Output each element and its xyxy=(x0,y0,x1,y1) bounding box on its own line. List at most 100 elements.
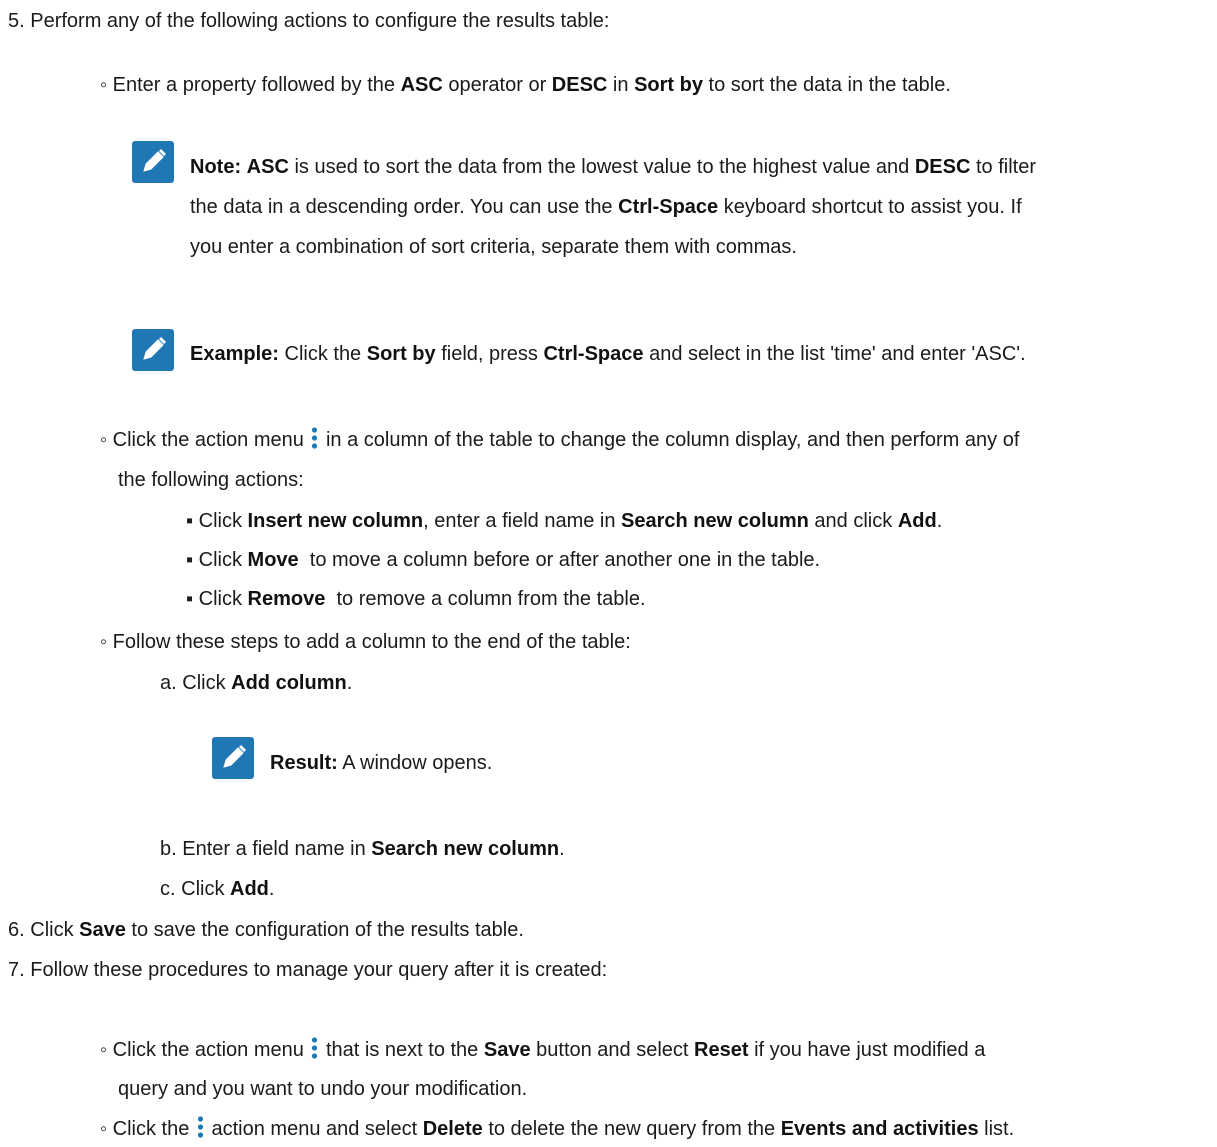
pencil-note-icon xyxy=(132,329,174,371)
text: . xyxy=(559,838,565,860)
bullet: ◦ xyxy=(100,1118,108,1140)
ui-events-and-activities: Events and activities xyxy=(780,1118,979,1140)
text: . xyxy=(268,878,275,900)
text: Click xyxy=(30,919,80,941)
text: and select in the list 'time' and enter … xyxy=(643,343,1026,365)
shortcut-ctrl-space: Ctrl-Space xyxy=(543,343,644,365)
reset-bullet-item: ◦ Click the action menu that is next to … xyxy=(100,1037,985,1063)
keyword-asc: ASC xyxy=(400,74,443,96)
text: Click the xyxy=(112,1118,190,1140)
text: in xyxy=(607,74,635,96)
text: if you have just modified a xyxy=(748,1039,986,1061)
substep-c: c. Click Add. xyxy=(160,876,274,902)
text: that is next to the xyxy=(325,1039,484,1061)
text: to delete the new query from the xyxy=(482,1118,781,1140)
result-label: Result: xyxy=(270,752,338,774)
text: action menu and select xyxy=(211,1118,423,1140)
ui-move: Move xyxy=(247,549,299,571)
vertical-kebab-icon xyxy=(312,427,318,449)
text: to remove a column from the table. xyxy=(325,588,646,610)
square-bullet: ▪ xyxy=(186,510,194,532)
list-item-insert-column: ▪ Click Insert new column, enter a field… xyxy=(186,508,942,534)
text: list. xyxy=(978,1118,1015,1140)
text: Click xyxy=(182,672,232,694)
text: . xyxy=(346,672,353,694)
step-text: Perform any of the following actions to … xyxy=(30,10,610,32)
ui-search-new-column: Search new column xyxy=(621,510,809,532)
pencil-note-icon xyxy=(212,737,254,779)
list-item-remove: ▪ Click Remove to remove a column from t… xyxy=(186,586,646,612)
action-menu-line-2: the following actions: xyxy=(118,469,304,491)
ui-add: Add xyxy=(230,878,269,900)
step-number: 6. xyxy=(8,919,25,941)
bullet: ◦ xyxy=(100,429,108,451)
text: and click xyxy=(808,510,898,532)
substep-a: a. Click Add column. xyxy=(160,670,352,696)
text: Enter a property followed by the xyxy=(112,74,401,96)
keyword-desc: DESC xyxy=(551,74,608,96)
ui-save: Save xyxy=(79,919,126,941)
text: Click xyxy=(181,878,231,900)
text: Click the action menu xyxy=(112,1039,304,1061)
text: Enter a field name in xyxy=(182,838,372,860)
substep-marker: b. xyxy=(160,838,177,860)
action-menu-bullet-item: ◦ Click the action menu in a column of t… xyxy=(100,427,1019,453)
ui-reset: Reset xyxy=(694,1039,749,1061)
step-number: 7. xyxy=(8,959,25,981)
step-6-line: 6. Click Save to save the configuration … xyxy=(8,917,524,943)
step-text: Follow these procedures to manage your q… xyxy=(30,959,608,981)
example-label: Example: xyxy=(190,343,279,365)
step-number: 5. xyxy=(8,10,25,32)
text: operator or xyxy=(442,74,552,96)
shortcut-ctrl-space: Ctrl-Space xyxy=(618,196,719,218)
text: Click xyxy=(198,549,248,571)
delete-bullet-item: ◦ Click the action menu and select Delet… xyxy=(100,1116,1014,1142)
vertical-kebab-icon xyxy=(312,1037,318,1059)
field-sort-by: Sort by xyxy=(366,343,436,365)
step-5-line: 5. Perform any of the following actions … xyxy=(8,8,609,34)
text: to filter xyxy=(970,156,1036,178)
sort-bullet-item: ◦ Enter a property followed by the ASC o… xyxy=(100,72,951,98)
note-line-1: Note: ASC is used to sort the data from … xyxy=(190,154,1036,180)
text: in a column of the table to change the c… xyxy=(325,429,1020,451)
text: Click xyxy=(198,588,248,610)
note-label: Note: xyxy=(190,156,242,178)
field-sort-by: Sort by xyxy=(634,74,703,96)
text: to save the configuration of the results… xyxy=(125,919,524,941)
substep-b: b. Enter a field name in Search new colu… xyxy=(160,836,565,862)
bullet: ◦ xyxy=(100,631,108,653)
note-line-3: you enter a combination of sort criteria… xyxy=(190,236,797,258)
bullet: ◦ xyxy=(100,74,108,96)
result-line: Result: A window opens. xyxy=(270,750,492,776)
text: keyboard shortcut to assist you. If xyxy=(718,196,1022,218)
keyword-desc: DESC xyxy=(914,156,971,178)
text: the data in a descending order. You can … xyxy=(190,196,619,218)
text: Click the action menu xyxy=(112,429,304,451)
ui-delete: Delete xyxy=(422,1118,483,1140)
pencil-note-icon xyxy=(132,141,174,183)
substep-marker: a. xyxy=(160,672,177,694)
text: button and select xyxy=(530,1039,695,1061)
example-line: Example: Click the Sort by field, press … xyxy=(190,341,1026,367)
reset-line-2: query and you want to undo your modifica… xyxy=(118,1078,528,1100)
text: Click xyxy=(198,510,248,532)
square-bullet: ▪ xyxy=(186,588,194,610)
ui-insert-new-column: Insert new column xyxy=(247,510,424,532)
text: to move a column before or after another… xyxy=(298,549,821,571)
ui-search-new-column: Search new column xyxy=(371,838,560,860)
ui-remove: Remove xyxy=(247,588,326,610)
text: A window opens. xyxy=(337,752,493,774)
text: field, press xyxy=(435,343,544,365)
ui-add-column: Add column xyxy=(231,672,347,694)
ui-add: Add xyxy=(897,510,937,532)
ui-save: Save xyxy=(483,1039,531,1061)
bullet: ◦ xyxy=(100,1039,108,1061)
vertical-kebab-icon xyxy=(197,1116,204,1138)
text: , enter a field name in xyxy=(423,510,622,532)
step-7-line: 7. Follow these procedures to manage you… xyxy=(8,957,607,983)
list-item-move: ▪ Click Move to move a column before or … xyxy=(186,547,820,573)
text: Click the xyxy=(278,343,367,365)
note-line-2: the data in a descending order. You can … xyxy=(190,194,1022,220)
square-bullet: ▪ xyxy=(186,549,194,571)
substep-marker: c. xyxy=(160,878,176,900)
